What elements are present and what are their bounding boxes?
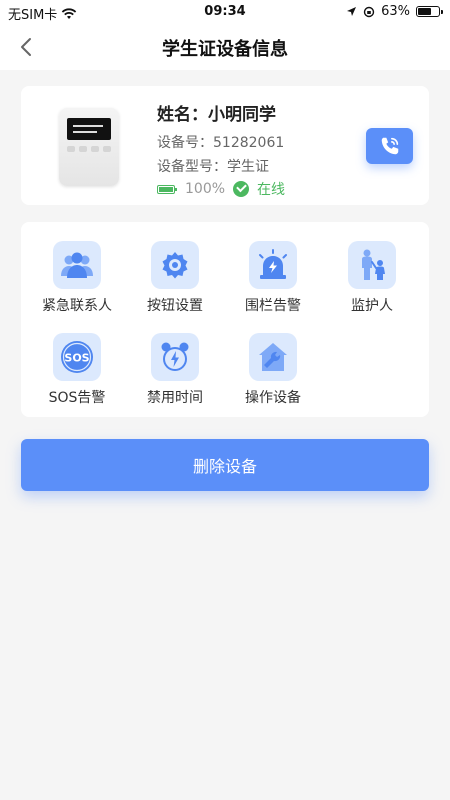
svg-text:SOS: SOS — [64, 352, 89, 365]
location-arrow-icon — [347, 7, 357, 16]
device-status-row: 100% 在线 — [157, 179, 285, 199]
device-number: 设备号：51282061 — [157, 135, 285, 151]
menu-emergency-contacts[interactable]: 紧急联系人 — [27, 241, 127, 315]
status-bar: 无SIM卡 09:34 63% — [0, 0, 450, 24]
menu-fence-alarm[interactable]: 围栏告警 — [223, 241, 323, 315]
menu-label: SOS告警 — [48, 390, 106, 406]
nav-bar: 学生证设备信息 — [0, 24, 450, 70]
menu-operate-device[interactable]: 操作设备 — [223, 333, 323, 407]
menu-label: 紧急联系人 — [42, 298, 112, 314]
device-model: 设备型号：学生证 — [157, 159, 269, 175]
menu-label: 按钮设置 — [147, 298, 203, 314]
alarm-clock-icon — [151, 333, 199, 381]
status-right: 63% — [346, 4, 443, 19]
home-wrench-icon — [249, 333, 297, 381]
menu-guardian[interactable]: 监护人 — [322, 241, 422, 315]
contacts-icon — [53, 241, 101, 289]
delete-device-button[interactable]: 删除设备 — [21, 439, 429, 491]
menu-disabled-time[interactable]: 禁用时间 — [125, 333, 225, 407]
sos-icon: SOS — [53, 333, 101, 381]
page-title: 学生证设备信息 — [162, 39, 288, 60]
check-circle-icon — [233, 181, 250, 197]
menu-label: 操作设备 — [245, 390, 301, 406]
device-battery: 100% — [185, 181, 226, 197]
device-image — [59, 108, 119, 186]
guardian-icon — [348, 241, 396, 289]
call-button[interactable] — [366, 128, 413, 164]
orientation-lock-icon — [363, 6, 375, 17]
battery-percent: 63% — [381, 4, 410, 19]
device-owner-name: 姓名：小明同学 — [157, 105, 276, 125]
battery-icon — [416, 6, 443, 17]
menu-sos-alarm[interactable]: SOS SOS告警 — [27, 333, 127, 407]
phone-call-icon — [381, 137, 398, 155]
gear-icon — [151, 241, 199, 289]
menu-button-settings[interactable]: 按钮设置 — [125, 241, 225, 315]
menu-label: 监护人 — [351, 298, 393, 314]
alarm-light-icon — [249, 241, 297, 289]
online-status: 在线 — [257, 182, 286, 198]
menu-label: 禁用时间 — [147, 390, 203, 406]
menu-label: 围栏告警 — [245, 298, 301, 314]
battery-full-icon — [157, 184, 177, 194]
